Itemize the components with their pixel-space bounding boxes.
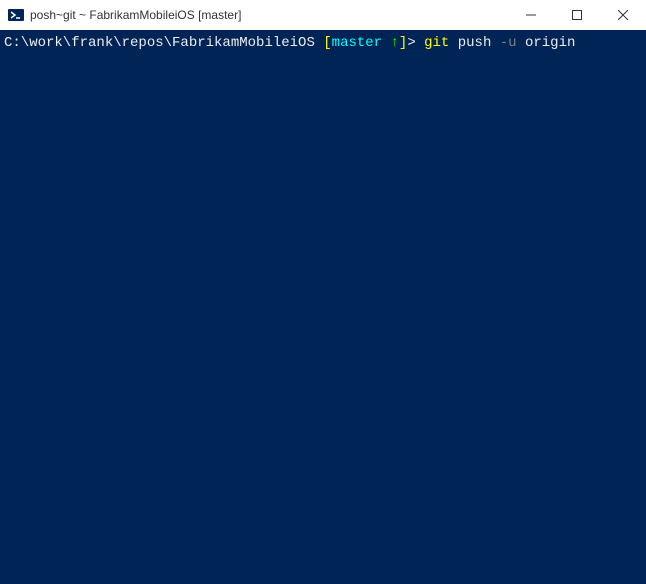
terminal-area[interactable]: C:\work\frank\repos\FabrikamMobileiOS [m… bbox=[0, 30, 646, 584]
branch-ahead-icon: ↑ bbox=[382, 35, 399, 51]
minimize-button[interactable] bbox=[508, 0, 554, 30]
prompt-path: C:\work\frank\repos\FabrikamMobileiOS bbox=[4, 35, 315, 51]
titlebar: posh~git ~ FabrikamMobileiOS [master] bbox=[0, 0, 646, 30]
command-flag: -u bbox=[500, 35, 517, 51]
prompt-symbol: > bbox=[407, 35, 424, 51]
branch-bracket-open: [ bbox=[315, 35, 332, 51]
window-title: posh~git ~ FabrikamMobileiOS [master] bbox=[30, 8, 508, 22]
command-arg: origin bbox=[517, 35, 576, 51]
command-git: git bbox=[424, 35, 449, 51]
prompt-line: C:\work\frank\repos\FabrikamMobileiOS [m… bbox=[4, 35, 575, 51]
maximize-button[interactable] bbox=[554, 0, 600, 30]
command-subcommand: push bbox=[449, 35, 499, 51]
window-controls bbox=[508, 0, 646, 30]
powershell-icon bbox=[8, 7, 24, 23]
branch-name: master bbox=[332, 35, 382, 51]
close-button[interactable] bbox=[600, 0, 646, 30]
